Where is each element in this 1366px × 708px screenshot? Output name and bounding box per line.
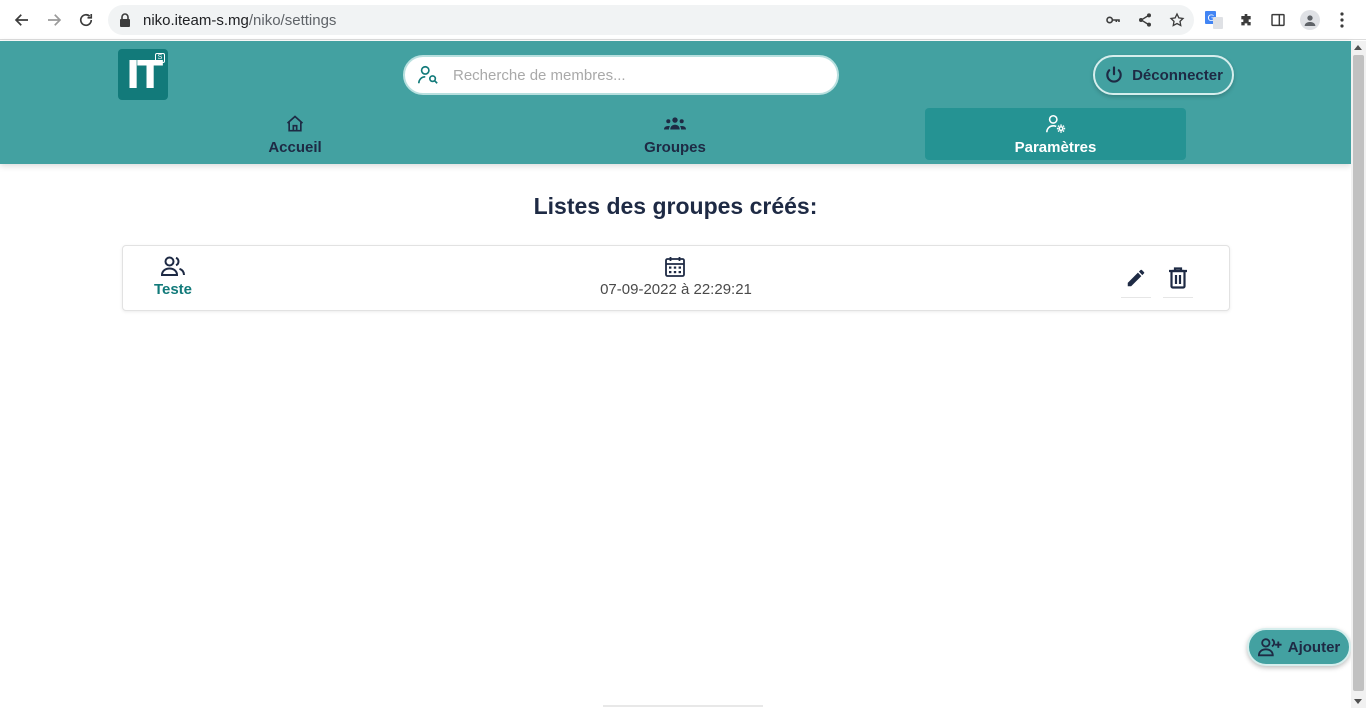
back-icon[interactable] <box>10 8 34 32</box>
search-input[interactable] <box>453 66 813 84</box>
url-text: niko.iteam-s.mg/niko/settings <box>143 11 337 29</box>
scroll-up-arrow-icon[interactable] <box>1354 45 1362 50</box>
lock-icon <box>119 13 133 27</box>
scrollbar-thumb[interactable] <box>1353 55 1364 691</box>
pencil-icon <box>1125 267 1147 289</box>
tab-groupes-label: Groupes <box>644 138 706 156</box>
user-settings-icon <box>1045 113 1067 135</box>
address-bar[interactable]: niko.iteam-s.mg/niko/settings <box>108 5 1194 35</box>
group-icon <box>161 255 185 277</box>
logo-badge: S <box>155 53 165 63</box>
share-icon[interactable] <box>1136 11 1154 29</box>
tab-accueil-label: Accueil <box>268 138 322 156</box>
user-search-icon <box>417 64 439 86</box>
app-logo[interactable]: IT S <box>118 49 168 100</box>
bottom-divider <box>603 705 763 707</box>
home-icon <box>284 113 306 135</box>
side-panel-icon[interactable] <box>1268 10 1288 30</box>
add-member-label: Ajouter <box>1287 638 1341 656</box>
edit-group-button[interactable] <box>1121 258 1151 298</box>
group-date-column: 07-09-2022 à 22:29:21 <box>563 255 789 298</box>
logout-label: Déconnecter <box>1132 66 1223 84</box>
tab-groupes[interactable]: Groupes <box>545 108 805 160</box>
group-name-column: Teste <box>151 255 195 298</box>
member-search <box>403 55 839 95</box>
delete-group-button[interactable] <box>1163 258 1193 298</box>
trash-icon <box>1168 266 1188 289</box>
tab-parametres-label: Paramètres <box>1014 138 1097 156</box>
extensions-icon[interactable] <box>1236 10 1256 30</box>
group-created-date: 07-09-2022 à 22:29:21 <box>600 281 752 298</box>
calendar-icon <box>665 255 687 277</box>
group-list-item: Teste 07-09-2022 à 22:29:21 <box>122 245 1230 311</box>
tab-accueil[interactable]: Accueil <box>165 108 425 160</box>
page-scrollbar[interactable] <box>1351 41 1366 708</box>
star-icon[interactable] <box>1168 11 1186 29</box>
browser-toolbar: niko.iteam-s.mg/niko/settings G <box>0 0 1366 40</box>
profile-avatar-icon[interactable] <box>1300 10 1320 30</box>
forward-icon[interactable] <box>42 8 66 32</box>
key-icon[interactable] <box>1104 11 1122 29</box>
page-title: Listes des groupes créés: <box>533 193 818 219</box>
logout-button[interactable]: Déconnecter <box>1093 55 1234 95</box>
power-icon <box>1104 65 1124 85</box>
reload-icon[interactable] <box>74 8 98 32</box>
browser-menu-icon[interactable] <box>1332 10 1352 30</box>
group-name[interactable]: Teste <box>154 281 192 298</box>
group-actions <box>1121 258 1193 298</box>
add-user-icon <box>1257 637 1282 657</box>
tab-parametres[interactable]: Paramètres <box>925 108 1186 160</box>
groups-icon <box>664 113 686 135</box>
scroll-down-arrow-icon[interactable] <box>1354 699 1362 704</box>
translate-icon[interactable]: G <box>1204 10 1224 30</box>
add-member-button[interactable]: Ajouter <box>1247 628 1351 666</box>
app-header: IT S Déconnecter Accueil Groupes Paramèt… <box>0 41 1351 164</box>
